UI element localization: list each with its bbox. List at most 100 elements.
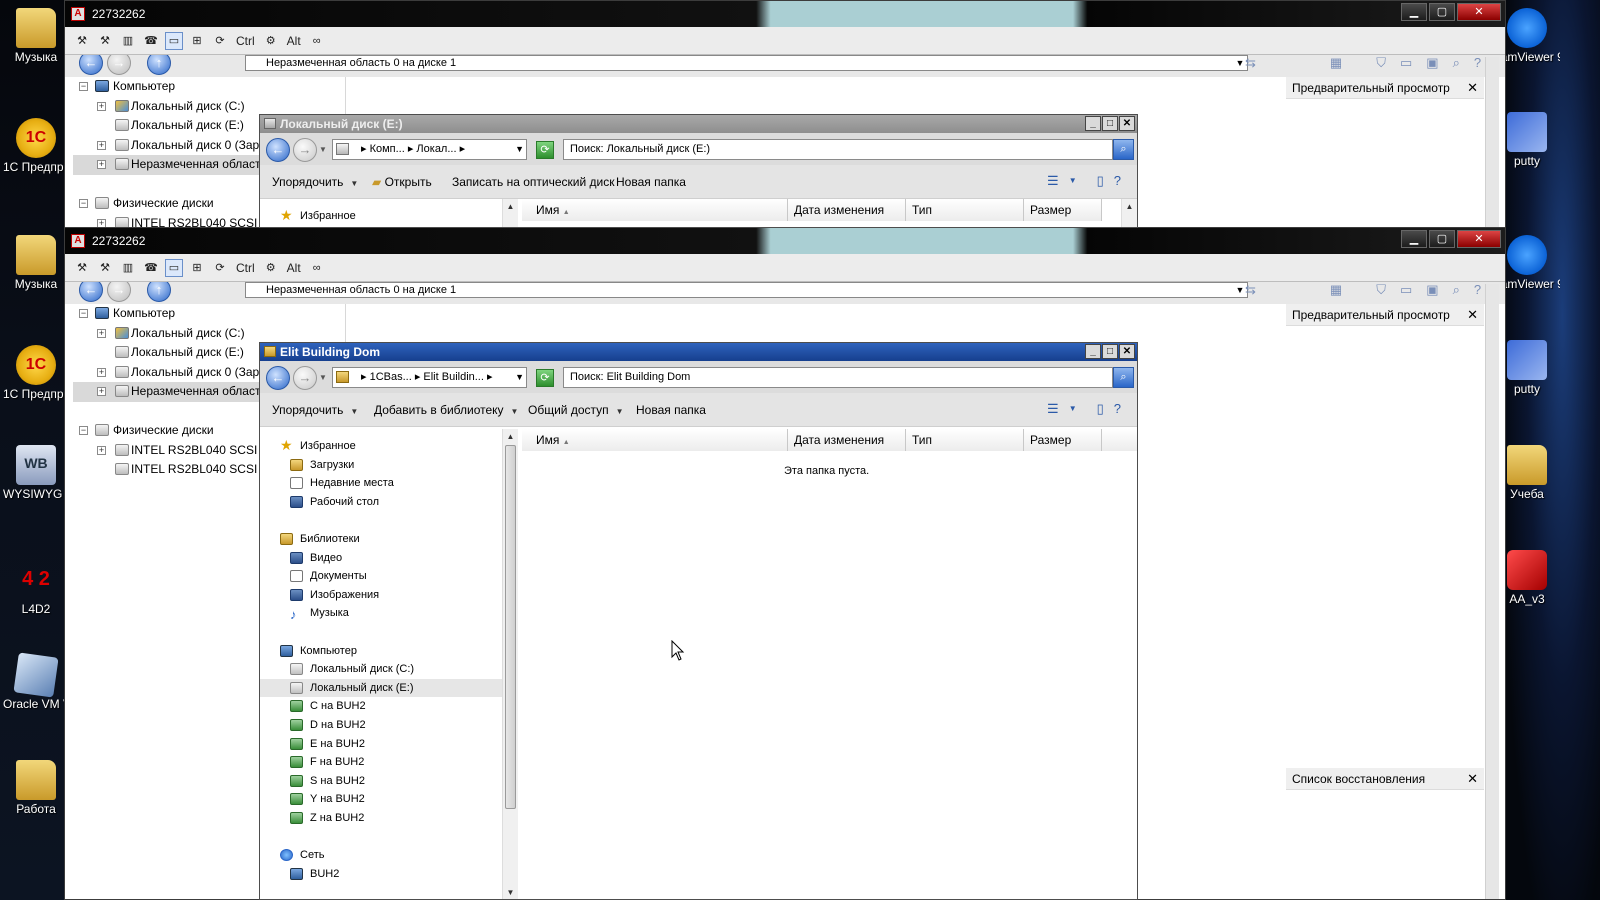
nav-item[interactable]: ★ Избранное [260, 437, 518, 456]
nav-item[interactable]: Локальный диск (E:) [260, 678, 518, 698]
desktop-shortcut[interactable]: 1С Предприя. [3, 345, 69, 401]
desktop-shortcut[interactable]: 1С Предприя. [3, 118, 69, 174]
remote-titlebar[interactable]: A 22732262 ▁ ▢ ✕ [65, 1, 1505, 27]
search-icon[interactable]: ⌕ [1113, 139, 1134, 160]
nav-item[interactable]: Сеть [260, 846, 518, 865]
search-input[interactable]: Поиск: Elit Building Dom [563, 367, 1113, 388]
panel-icon[interactable]: ▥ [119, 32, 137, 50]
phone-icon[interactable]: ☎ [142, 32, 160, 50]
scroll-up-icon[interactable]: ▲ [503, 199, 518, 215]
maximize-button[interactable]: ▢ [1429, 230, 1455, 248]
minimize-button[interactable]: ▁ [1401, 230, 1427, 248]
close-preview-icon[interactable]: ✕ [1467, 304, 1478, 326]
tools-alt-icon[interactable]: ⚒ [96, 259, 114, 277]
refresh-icon[interactable]: ⟳ [536, 141, 554, 159]
nav-item[interactable]: E на BUH2 [260, 735, 518, 754]
add-to-library-button[interactable]: Добавить в библиотеку ▼ [374, 403, 518, 417]
tree-item[interactable]: − Компьютер [73, 77, 345, 97]
new-folder-button[interactable]: Новая папка [616, 175, 686, 189]
nav-item[interactable]: Y на BUH2 [260, 790, 518, 809]
minimize-button[interactable]: ▁ [1401, 3, 1427, 21]
close-button[interactable]: ✕ [1457, 3, 1501, 21]
explorer-address-field[interactable]: ▸ Комп... ▸ Локал... ▸ ▼ [332, 139, 527, 160]
explorer-titlebar[interactable]: Elit Building Dom _ □ ✕ [260, 343, 1137, 361]
remote-titlebar[interactable]: A 22732262 ▁ ▢ ✕ [65, 228, 1505, 254]
nav-item[interactable]: Видео [260, 549, 518, 568]
expand-icon[interactable]: + [97, 367, 106, 377]
column-date[interactable]: Дата изменения [788, 429, 906, 451]
nav-item[interactable]: Библиотеки [260, 530, 518, 549]
minimize-button[interactable]: _ [1085, 344, 1101, 359]
collapse-icon[interactable]: − [79, 199, 88, 208]
chevron-down-icon[interactable]: ▼ [1069, 173, 1077, 189]
explorer-window-disk-e[interactable]: Локальный диск (E:) _ □ ✕ ← → ▼ ▸ Комп..… [259, 114, 1138, 228]
view-icon[interactable]: ▦ [1330, 282, 1342, 298]
column-type[interactable]: Тип [906, 199, 1024, 221]
fit-icon[interactable]: ⊞ [188, 259, 206, 277]
link-icon[interactable]: ∞ [308, 32, 326, 50]
collapse-icon[interactable]: − [79, 82, 88, 91]
monitor-icon[interactable]: ▭ [165, 31, 183, 50]
scroll-up-icon[interactable]: ▲ [1122, 199, 1137, 215]
chevron-down-icon[interactable]: ▼ [515, 368, 524, 387]
tree-item[interactable]: − Компьютер [73, 304, 345, 324]
nav-item[interactable]: F на BUH2 [260, 753, 518, 772]
nav-item[interactable]: Изображения [260, 586, 518, 605]
expand-icon[interactable]: + [97, 140, 106, 150]
share-button[interactable]: Общий доступ ▼ [528, 403, 624, 417]
minimize-button[interactable]: _ [1085, 116, 1101, 131]
help-icon[interactable]: ? [1114, 401, 1121, 417]
expand-icon[interactable]: + [97, 328, 106, 338]
filter-icon[interactable]: ⛉ [1376, 55, 1386, 71]
organize-button[interactable]: Упорядочить ▼ [272, 175, 358, 189]
close-button[interactable]: ✕ [1119, 344, 1135, 359]
tools-alt-icon[interactable]: ⚒ [96, 32, 114, 50]
explorer-address-field[interactable]: ▸ 1CBas... ▸ Elit Buildin... ▸ ▼ [332, 367, 527, 388]
nav-scrollbar[interactable]: ▲ ▼ [502, 429, 518, 899]
refresh-icon[interactable]: ⟳ [536, 369, 554, 387]
column-type[interactable]: Тип [906, 429, 1024, 451]
nav-item[interactable]: Загрузки [260, 456, 518, 475]
nav-item[interactable]: D на BUH2 [260, 716, 518, 735]
maximize-button[interactable]: ▢ [1429, 3, 1455, 21]
grip-icon[interactable]: ⚙ [262, 32, 280, 50]
nav-item[interactable]: C на BUH2 [260, 697, 518, 716]
open-button[interactable]: ▰ Открыть [372, 175, 432, 189]
tools-icon[interactable]: ⚒ [73, 32, 91, 50]
scroll-up-icon[interactable]: ▲ [503, 429, 518, 445]
up-icon[interactable]: ↑ [147, 55, 171, 75]
desktop-shortcut[interactable]: L4D2 [3, 560, 69, 616]
panel-icon[interactable]: ▥ [119, 259, 137, 277]
mmc-scrollbar[interactable] [1485, 284, 1499, 899]
desktop-shortcut[interactable]: Музыка [3, 235, 69, 291]
save-icon[interactable]: ▣ [1426, 282, 1438, 298]
forward-icon[interactable]: → [293, 366, 317, 390]
breadcrumb[interactable]: ▸ 1CBas... ▸ Elit Buildin... ▸ [361, 371, 493, 383]
back-icon[interactable]: ← [79, 282, 103, 302]
chevron-down-icon[interactable]: ▼ [515, 140, 524, 159]
forward-icon[interactable]: → [293, 138, 317, 162]
maximize-button[interactable]: □ [1102, 344, 1118, 359]
search-icon[interactable]: ⌕ [1453, 55, 1460, 71]
burn-button[interactable]: Записать на оптический диск [452, 175, 615, 189]
file-list[interactable]: Эта папка пуста. [522, 451, 1137, 899]
nav-item[interactable]: S на BUH2 [260, 772, 518, 791]
collapse-icon[interactable]: − [79, 426, 88, 435]
chevron-down-icon[interactable]: ▼ [1069, 401, 1077, 417]
nav-item-favorites[interactable]: ★ Избранное [260, 207, 518, 226]
breadcrumb[interactable]: ▸ Комп... ▸ Локал... ▸ [361, 143, 465, 155]
column-name[interactable]: Имя ▲ [522, 199, 788, 221]
explorer-titlebar[interactable]: Локальный диск (E:) _ □ ✕ [260, 115, 1137, 133]
close-preview-icon[interactable]: ✕ [1467, 77, 1478, 99]
expand-icon[interactable]: + [97, 101, 106, 111]
back-icon[interactable]: ← [266, 366, 290, 390]
close-restore-icon[interactable]: ✕ [1467, 768, 1478, 790]
search-icon[interactable]: ⌕ [1453, 282, 1460, 298]
scroll-thumb[interactable] [505, 445, 516, 809]
view-icon[interactable]: ☰ [1047, 401, 1059, 417]
nav-item[interactable]: Z на BUH2 [260, 809, 518, 828]
refresh-icon[interactable]: ⟳ [211, 32, 229, 50]
view-icon[interactable]: ▦ [1330, 55, 1342, 71]
nav-item[interactable]: Недавние места [260, 474, 518, 493]
preview-pane-icon[interactable]: ▯ [1097, 401, 1104, 417]
